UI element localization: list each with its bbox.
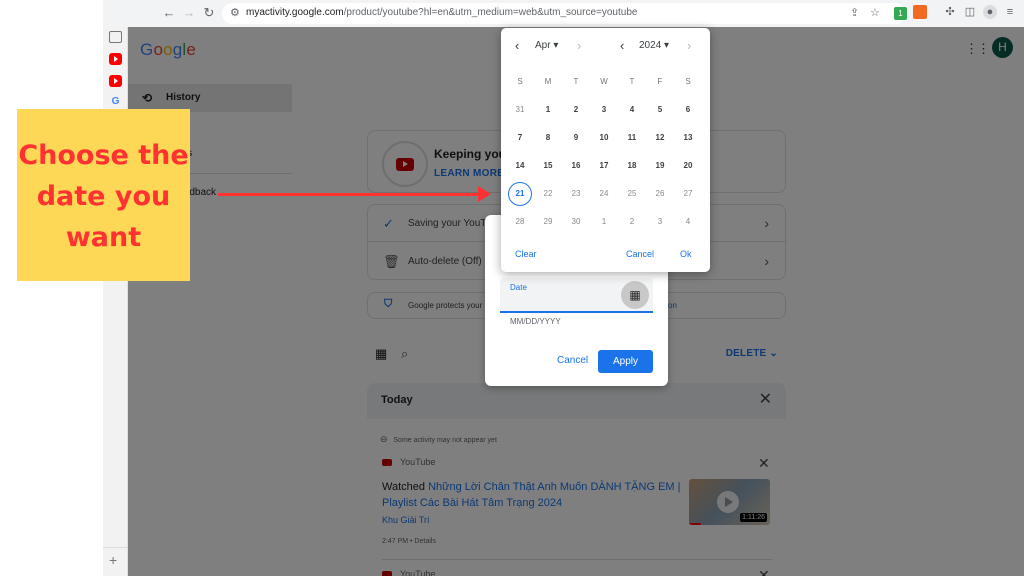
annotation-callout: Choose the date you want: [17, 109, 190, 281]
apply-button[interactable]: Apply: [598, 350, 653, 373]
calendar-ok-button[interactable]: Ok: [680, 249, 692, 259]
calendar-day[interactable]: 27: [676, 182, 700, 206]
back-icon[interactable]: ←: [161, 5, 177, 21]
calendar-day[interactable]: 3: [592, 98, 616, 122]
weekday-header: F: [657, 77, 663, 86]
weekday-header: T: [629, 77, 635, 86]
url-text: myactivity.google.com/product/youtube?hl…: [246, 7, 638, 18]
calendar-day[interactable]: 1: [592, 210, 616, 234]
calendar-day[interactable]: 8: [536, 126, 560, 150]
extension-badge-icon[interactable]: 1: [894, 7, 907, 20]
calendar-day[interactable]: 14: [508, 154, 532, 178]
calendar-day[interactable]: 30: [564, 210, 588, 234]
calendar-day[interactable]: 3: [648, 210, 672, 234]
calendar-day[interactable]: 31: [508, 98, 532, 122]
cancel-button[interactable]: Cancel: [557, 355, 588, 366]
calendar-day[interactable]: 24: [592, 182, 616, 206]
next-month-icon[interactable]: ›: [577, 38, 581, 53]
browser-toolbar: ← → ↻ ⚙ myactivity.google.com/product/yo…: [103, 0, 1024, 27]
annotation-arrow-head: [478, 186, 491, 202]
youtube-tab-icon[interactable]: [109, 75, 122, 87]
weekday-header: W: [600, 77, 608, 86]
youtube-tab-icon[interactable]: [109, 53, 122, 65]
calendar-day[interactable]: 16: [564, 154, 588, 178]
bookmark-star-icon[interactable]: ☆: [870, 6, 880, 19]
prev-month-icon[interactable]: ‹: [515, 38, 519, 53]
calendar-day[interactable]: 11: [620, 126, 644, 150]
share-icon[interactable]: ⇪: [850, 6, 859, 19]
calendar-day[interactable]: 4: [676, 210, 700, 234]
weekday-header: M: [544, 77, 552, 86]
date-input[interactable]: Date ▦: [500, 278, 653, 313]
calendar-day[interactable]: 5: [648, 98, 672, 122]
address-bar[interactable]: ⚙ myactivity.google.com/product/youtube?…: [222, 3, 907, 24]
calendar-day[interactable]: 26: [648, 182, 672, 206]
calendar-day[interactable]: 9: [564, 126, 588, 150]
weekday-header: S: [517, 77, 523, 86]
calendar-day[interactable]: 10: [592, 126, 616, 150]
site-settings-icon[interactable]: ⚙: [230, 6, 240, 19]
calendar-day[interactable]: 7: [508, 126, 532, 150]
calendar-day[interactable]: 17: [592, 154, 616, 178]
annotation-text: Choose the date you want: [18, 140, 189, 253]
google-tab-icon[interactable]: G: [109, 96, 122, 108]
forward-icon[interactable]: →: [181, 5, 197, 21]
year-select[interactable]: 2024 ▾: [639, 40, 669, 51]
calendar-day[interactable]: 20: [676, 154, 700, 178]
weekday-header: T: [573, 77, 579, 86]
calendar-day[interactable]: 18: [620, 154, 644, 178]
date-field-label: Date: [510, 283, 527, 292]
calendar-picker: ‹ Apr ▾ › ‹ 2024 ▾ › Clear Cancel Ok S M T…: [501, 28, 710, 272]
calendar-day[interactable]: 2: [620, 210, 644, 234]
calendar-day[interactable]: 13: [676, 126, 700, 150]
calendar-day[interactable]: 6: [676, 98, 700, 122]
calendar-day[interactable]: 25: [620, 182, 644, 206]
reload-icon[interactable]: ↻: [201, 5, 217, 21]
divider: [103, 547, 128, 548]
calendar-day[interactable]: 1: [536, 98, 560, 122]
wallet-extension-icon[interactable]: [913, 5, 927, 19]
calendar-day[interactable]: 19: [648, 154, 672, 178]
menu-icon[interactable]: ≡: [1003, 5, 1017, 19]
annotation-arrow: [218, 193, 483, 196]
weekday-header: S: [685, 77, 691, 86]
calendar-day[interactable]: 29: [536, 210, 560, 234]
calendar-day[interactable]: 2: [564, 98, 588, 122]
profile-icon[interactable]: ●: [983, 5, 997, 19]
selected-day[interactable]: 21: [508, 182, 532, 206]
side-panel-icon[interactable]: ◫: [963, 5, 977, 19]
prev-year-icon[interactable]: ‹: [620, 38, 624, 53]
calendar-day[interactable]: 28: [508, 210, 532, 234]
calendar-day[interactable]: 22: [536, 182, 560, 206]
calendar-day[interactable]: 23: [564, 182, 588, 206]
date-format-hint: MM/DD/YYYY: [510, 317, 561, 326]
sidebar-toggle-icon[interactable]: [109, 31, 122, 43]
calendar-day[interactable]: 12: [648, 126, 672, 150]
month-select[interactable]: Apr ▾: [535, 40, 558, 51]
calendar-icon[interactable]: ▦: [621, 281, 649, 309]
calendar-day[interactable]: 15: [536, 154, 560, 178]
calendar-cancel-button[interactable]: Cancel: [626, 249, 654, 259]
next-year-icon[interactable]: ›: [687, 38, 691, 53]
add-tab-icon[interactable]: +: [109, 552, 117, 568]
calendar-day[interactable]: 4: [620, 98, 644, 122]
clear-button[interactable]: Clear: [515, 249, 537, 259]
screenshot: ← → ↻ ⚙ myactivity.google.com/product/yo…: [0, 0, 1024, 576]
extensions-puzzle-icon[interactable]: ✣: [943, 5, 957, 19]
